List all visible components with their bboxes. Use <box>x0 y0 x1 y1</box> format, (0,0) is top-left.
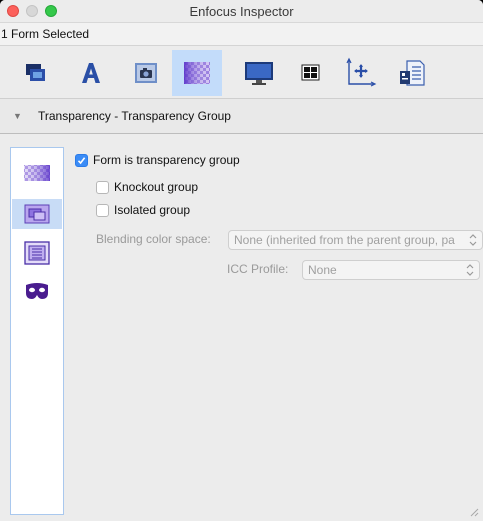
form-is-group-label: Form is transparency group <box>93 153 240 167</box>
monitor-icon <box>245 62 273 85</box>
layers-tool-button[interactable] <box>10 50 60 96</box>
position-axes-icon <box>346 57 377 87</box>
icc-profile-select[interactable]: None <box>302 260 480 280</box>
knockout-group-label: Knockout group <box>114 180 199 194</box>
inspector-content: Form is transparency group Knockout grou… <box>0 134 483 521</box>
section-title: Transparency - Transparency Group <box>38 109 231 123</box>
display-tool-button[interactable] <box>234 50 284 96</box>
mask-icon <box>26 283 48 299</box>
transparency-tool-button[interactable] <box>172 50 222 96</box>
knockout-frame-icon <box>24 241 50 265</box>
subpanel-sidebar <box>10 147 64 515</box>
title-bar[interactable]: Enfocus Inspector <box>0 0 483 23</box>
blending-color-space-label: Blending color space: <box>96 232 211 246</box>
document-tool-button[interactable] <box>387 50 437 96</box>
isolated-group-label: Isolated group <box>114 203 191 217</box>
checkmark-icon <box>77 156 86 164</box>
knockout-group-checkbox[interactable] <box>96 180 109 194</box>
selection-status: 1 Form Selected <box>0 23 483 46</box>
form-is-group-checkbox[interactable] <box>75 153 88 167</box>
color-tool-button[interactable] <box>286 50 336 96</box>
window-title: Enfocus Inspector <box>189 4 294 19</box>
transparency-checker-icon <box>24 165 50 181</box>
image-tool-button[interactable] <box>121 50 171 96</box>
sidebar-item-transparency-group[interactable] <box>12 199 62 229</box>
position-tool-button[interactable] <box>335 50 385 96</box>
isolated-group-checkbox[interactable] <box>96 203 109 217</box>
chevron-updown-icon <box>469 234 477 246</box>
inspector-toolbar <box>0 46 483 99</box>
icc-profile-label: ICC Profile: <box>227 262 289 276</box>
form-is-group-row[interactable]: Form is transparency group <box>75 153 240 167</box>
chevron-updown-icon <box>466 264 474 276</box>
sidebar-item-mask[interactable] <box>12 276 62 306</box>
text-icon <box>82 63 100 83</box>
sidebar-item-knockout[interactable] <box>12 238 62 268</box>
document-properties-icon <box>400 60 425 86</box>
blending-color-space-value: None (inherited from the parent group, p… <box>234 233 455 247</box>
section-header[interactable]: ▼ Transparency - Transparency Group <box>0 99 483 134</box>
disclosure-triangle-icon[interactable]: ▼ <box>13 111 22 121</box>
text-tool-button[interactable] <box>66 50 116 96</box>
inspector-window: Enfocus Inspector 1 Form Selected ▼ Tran… <box>0 0 483 521</box>
sidebar-item-transparency[interactable] <box>12 158 62 188</box>
icc-profile-value: None <box>308 263 337 277</box>
knockout-group-row[interactable]: Knockout group <box>96 180 198 194</box>
layers-icon <box>26 64 45 81</box>
camera-image-icon <box>135 63 157 83</box>
transparency-group-icon <box>24 204 50 224</box>
transparency-icon <box>184 62 210 84</box>
color-swatches-icon <box>301 64 320 81</box>
blending-color-space-select[interactable]: None (inherited from the parent group, p… <box>228 230 483 250</box>
resize-grip-icon[interactable] <box>467 505 479 517</box>
isolated-group-row[interactable]: Isolated group <box>96 203 190 217</box>
